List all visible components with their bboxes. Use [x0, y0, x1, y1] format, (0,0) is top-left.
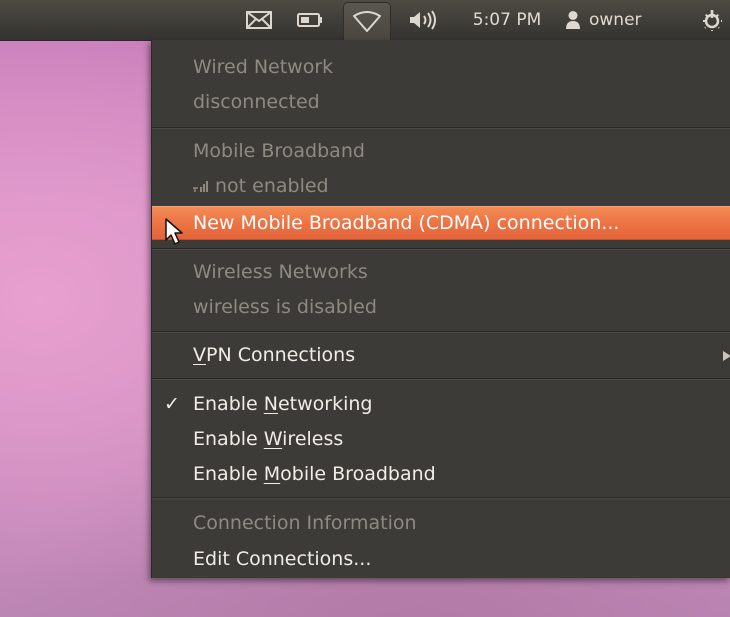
vpn-connections-item[interactable]: VPN Connections: [152, 344, 730, 366]
signal-strength-icon: [193, 181, 208, 192]
user-menu[interactable]: owner: [565, 0, 683, 40]
clock-time: 5:07 PM: [472, 10, 542, 30]
wifi-icon: [353, 10, 381, 32]
wireless-networks-status: wireless is disabled: [193, 296, 377, 318]
sound-indicator[interactable]: [403, 0, 443, 40]
user-name: owner: [589, 10, 642, 30]
menu-separator: [152, 248, 730, 250]
wired-network-status: disconnected: [193, 91, 320, 113]
menu-separator: [152, 497, 730, 499]
menu-separator: [152, 127, 730, 129]
power-icon: [702, 10, 722, 31]
top-panel: 5:07 PM owner: [0, 0, 730, 41]
wired-network-header: Wired Network: [193, 56, 334, 78]
mobile-broadband-header: Mobile Broadband: [193, 140, 365, 162]
network-indicator[interactable]: [343, 2, 391, 40]
clock[interactable]: 5:07 PM: [459, 0, 555, 40]
enable-mobile-broadband-item[interactable]: Enable Mobile Broadband: [152, 463, 730, 485]
messaging-indicator[interactable]: [241, 0, 277, 40]
new-mobile-broadband-connection-item[interactable]: New Mobile Broadband (CDMA) connection..…: [152, 212, 730, 234]
mobile-broadband-status: not enabled: [215, 175, 329, 197]
battery-indicator[interactable]: [293, 0, 327, 40]
network-menu: Wired Network disconnected Mobile Broadb…: [151, 40, 730, 578]
enable-wireless-item[interactable]: Enable Wireless: [152, 428, 730, 450]
mail-icon: [246, 11, 272, 29]
checkmark-icon: ✓: [164, 393, 180, 415]
volume-icon: [410, 10, 436, 30]
session-menu[interactable]: [696, 0, 728, 40]
edit-connections-item[interactable]: Edit Connections...: [152, 548, 730, 570]
mouse-pointer-icon: [165, 218, 183, 245]
user-icon: [566, 11, 580, 29]
mobile-broadband-status-row: not enabled: [152, 175, 730, 197]
connection-information-item: Connection Information: [193, 512, 417, 534]
menu-separator: [152, 378, 730, 380]
wireless-networks-header: Wireless Networks: [193, 261, 368, 283]
submenu-arrow-icon: [723, 351, 730, 361]
menu-separator: [152, 331, 730, 333]
enable-networking-item[interactable]: ✓ Enable Networking: [152, 393, 730, 415]
battery-icon: [297, 13, 322, 27]
